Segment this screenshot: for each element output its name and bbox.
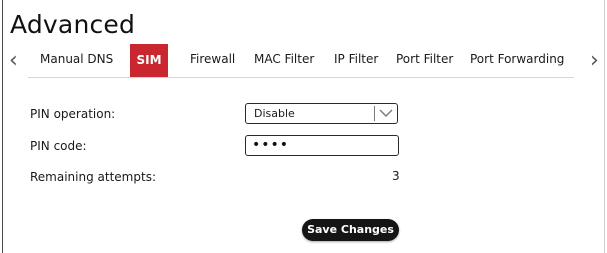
tab-mac-filter[interactable]: MAC Filter bbox=[254, 52, 314, 66]
pin-operation-select[interactable]: Disable bbox=[245, 103, 398, 124]
tab-firewall[interactable]: Firewall bbox=[190, 52, 235, 66]
select-divider bbox=[374, 106, 375, 121]
tab-ip-filter[interactable]: IP Filter bbox=[334, 52, 378, 66]
tab-port-forwarding[interactable]: Port Forwarding bbox=[470, 52, 564, 66]
pin-operation-label: PIN operation: bbox=[30, 107, 116, 121]
tab-bar: ‹ Manual DNS SIM Firewall MAC Filter IP … bbox=[0, 44, 607, 78]
pin-code-input[interactable]: •••• bbox=[245, 135, 399, 156]
remaining-attempts-label: Remaining attempts: bbox=[30, 170, 156, 184]
pin-operation-value: Disable bbox=[254, 107, 295, 120]
remaining-attempts-value: 3 bbox=[392, 169, 400, 183]
tab-manual-dns[interactable]: Manual DNS bbox=[40, 52, 113, 66]
pin-code-label: PIN code: bbox=[30, 139, 87, 153]
save-changes-button[interactable]: Save Changes bbox=[302, 219, 399, 241]
chevron-left-icon[interactable]: ‹ bbox=[9, 48, 18, 74]
chevron-right-icon[interactable]: › bbox=[590, 48, 599, 74]
chevron-down-icon[interactable] bbox=[378, 106, 394, 120]
tab-divider bbox=[28, 77, 574, 78]
page-title: Advanced bbox=[10, 10, 136, 39]
tab-port-filter[interactable]: Port Filter bbox=[396, 52, 453, 66]
tab-sim[interactable]: SIM bbox=[130, 44, 168, 77]
